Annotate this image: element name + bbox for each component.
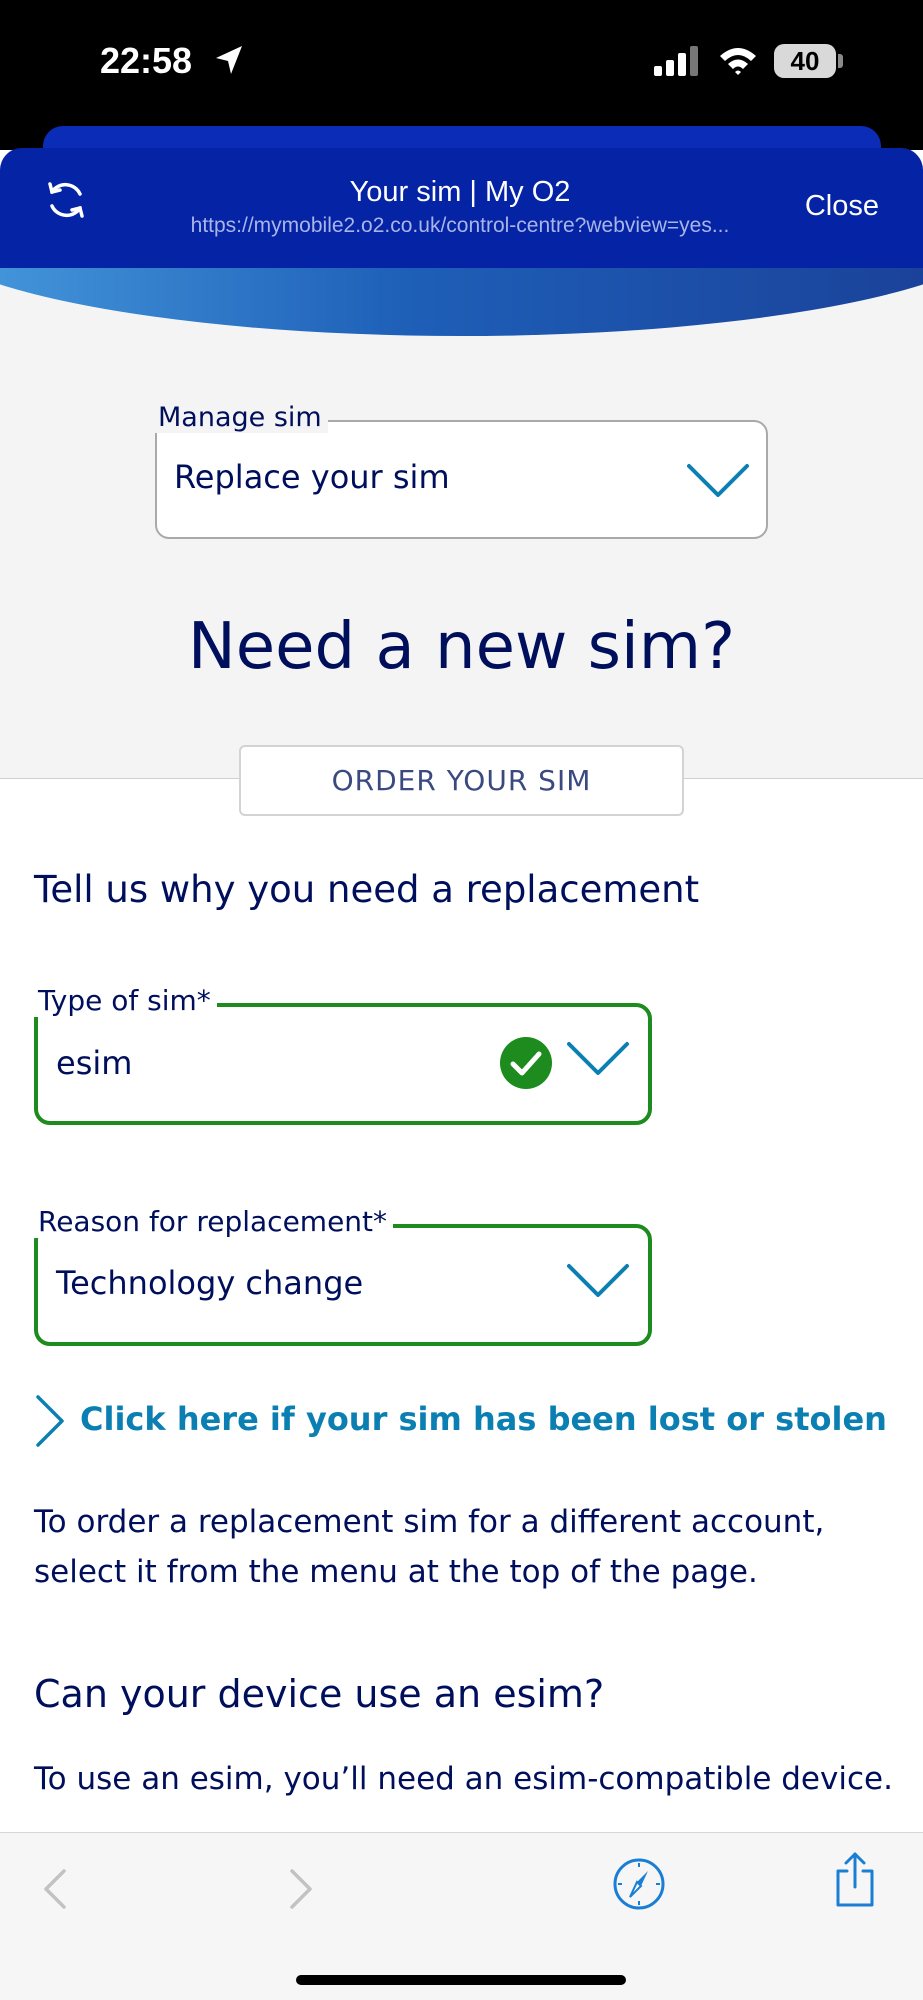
home-indicator (296, 1975, 626, 1985)
battery-icon: 40 (774, 44, 836, 78)
compass-icon[interactable] (612, 1857, 666, 1915)
reload-icon[interactable] (44, 178, 88, 226)
status-time: 22:58 (100, 40, 193, 81)
chevron-down-icon[interactable] (566, 1040, 630, 1082)
page-url: https://mymobile2.o2.co.uk/control-centr… (190, 214, 730, 237)
share-icon[interactable] (832, 1851, 878, 1913)
wifi-icon (718, 44, 758, 80)
reason-for-replacement-label: Reason for replacement* (32, 1205, 394, 1238)
battery-tip (838, 54, 843, 68)
page-title: Your sim | My O2 (349, 176, 571, 208)
browser-toolbar (0, 1832, 923, 2000)
manage-sim-label: Manage sim (152, 402, 328, 433)
reason-for-replacement-value[interactable]: Technology change (56, 1264, 363, 1302)
hero-curve (0, 268, 923, 336)
order-your-sim-button[interactable]: ORDER YOUR SIM (239, 745, 684, 816)
back-icon[interactable] (40, 1867, 70, 1915)
lost-or-stolen-link[interactable]: Click here if your sim has been lost or … (80, 1400, 887, 1438)
type-of-sim-value[interactable]: esim (56, 1044, 132, 1082)
chevron-right-icon[interactable] (34, 1394, 66, 1452)
section-heading: Tell us why you need a replacement (34, 868, 700, 911)
browser-header: Your sim | My O2 https://mymobile2.o2.co… (0, 148, 923, 268)
chevron-down-icon[interactable] (566, 1262, 630, 1304)
close-button[interactable]: Close (805, 190, 879, 223)
esim-paragraph: To use an esim, you’ll need an esim-comp… (34, 1761, 893, 1797)
manage-sim-value[interactable]: Replace your sim (174, 458, 450, 496)
forward-icon[interactable] (286, 1867, 316, 1915)
page-headline: Need a new sim? (187, 610, 736, 684)
chevron-down-icon[interactable] (686, 462, 750, 504)
order-info-paragraph: To order a replacement sim for a differe… (34, 1504, 825, 1590)
location-arrow-icon (214, 44, 244, 80)
check-circle-icon (500, 1037, 552, 1093)
hero-banner (0, 268, 923, 338)
signal-icon (654, 46, 702, 80)
esim-heading: Can your device use an esim? (34, 1672, 605, 1716)
type-of-sim-label: Type of sim* (32, 984, 217, 1017)
